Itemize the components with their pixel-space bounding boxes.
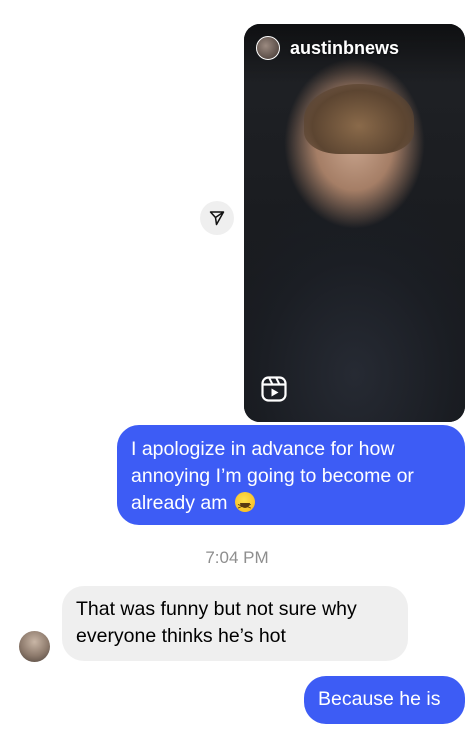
send-arrow-icon bbox=[209, 211, 225, 226]
message-timestamp: 7:04 PM bbox=[205, 548, 269, 567]
contact-avatar[interactable] bbox=[19, 631, 50, 662]
grinning-squinting-emoji-icon bbox=[234, 492, 255, 520]
message-text: I apologize in advance for how annoying … bbox=[131, 438, 414, 514]
reels-icon bbox=[261, 376, 287, 402]
incoming-message-bubble[interactable]: That was funny but not sure why everyone… bbox=[62, 586, 408, 661]
outgoing-message-bubble[interactable]: Because he is bbox=[304, 676, 465, 724]
outgoing-message-bubble[interactable]: I apologize in advance for how annoying … bbox=[117, 425, 465, 525]
shared-reel-card[interactable]: austinbnews bbox=[244, 24, 465, 422]
message-text: Because he is bbox=[318, 688, 441, 710]
reel-thumbnail-detail bbox=[304, 84, 414, 154]
message-text: That was funny but not sure why everyone… bbox=[76, 598, 357, 647]
reel-author-avatar[interactable] bbox=[256, 36, 280, 60]
share-reel-button[interactable] bbox=[200, 201, 234, 235]
reel-author-username[interactable]: austinbnews bbox=[290, 36, 399, 60]
